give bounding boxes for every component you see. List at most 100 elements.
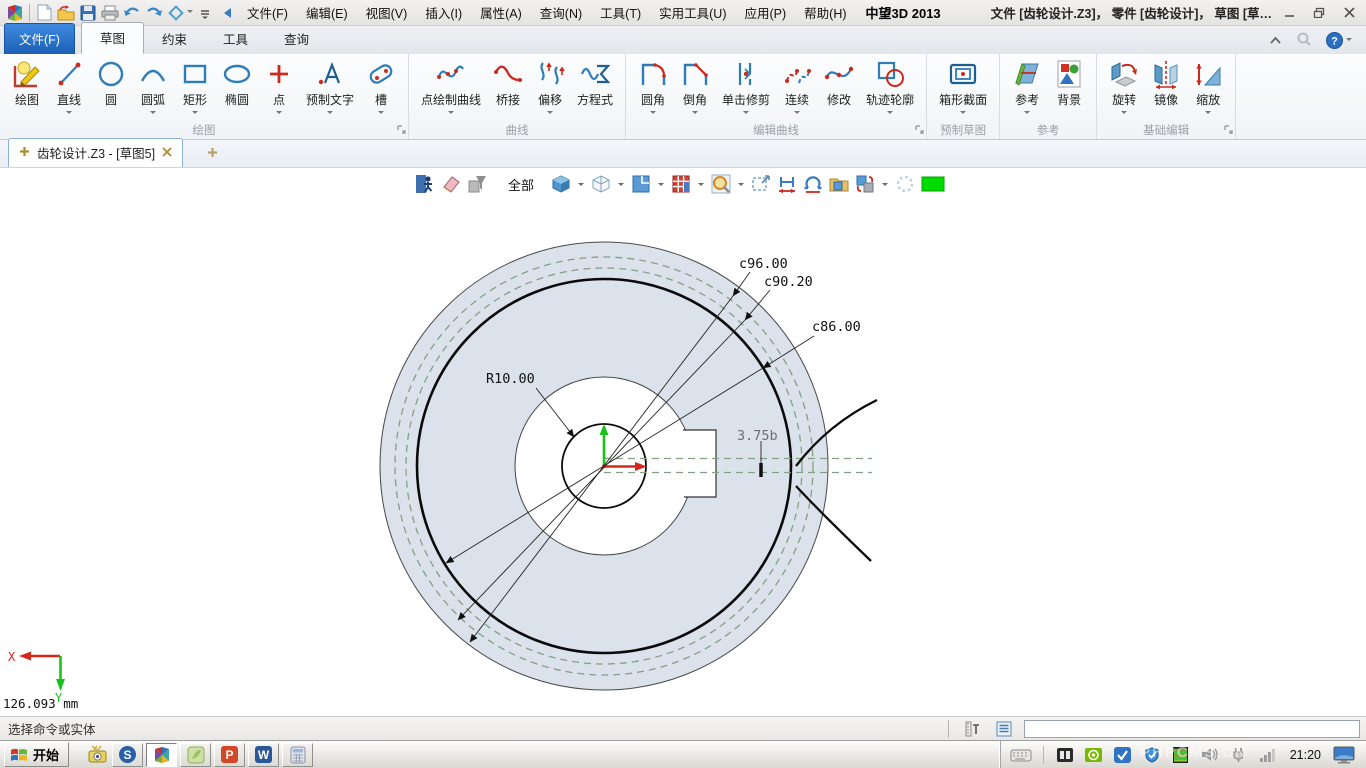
menu-help[interactable]: 帮助(H) [795,0,855,25]
ribbon-button-circle[interactable]: 圆 [90,57,132,120]
ribbon-button-offset[interactable]: 偏移 [529,57,571,119]
ribbon-button-chamfer[interactable]: 倒角 [674,57,716,119]
ribbon-button-continuous[interactable]: 连续 [776,57,818,119]
command-input[interactable] [1024,720,1360,738]
signal-bars-icon[interactable] [1257,744,1279,766]
ribbon-button-fillet[interactable]: 圆角 [632,57,674,119]
dim-root-diameter[interactable]: c86.00 [812,319,861,335]
toolbar-options-icon[interactable] [194,3,216,23]
ribbon-button-ready-text[interactable]: 预制文字 [300,57,360,119]
arc-icon [138,59,168,89]
command-list-icon[interactable] [992,719,1016,738]
screenshot-tool-icon[interactable] [85,744,109,766]
quick-launch-word[interactable]: W [248,743,279,767]
collapse-toolbar-icon[interactable] [216,3,238,23]
menu-utilities[interactable]: 实用工具(U) [650,0,735,25]
ribbon-button-mirror[interactable]: 镜像 [1145,57,1187,120]
taskbar-clock[interactable]: 21:20 [1286,748,1325,762]
sketch-canvas[interactable]: 全部 [0,168,1366,716]
dim-input-toggle-icon[interactable] [960,719,984,738]
minimize-button[interactable] [1276,4,1302,22]
menu-applications[interactable]: 应用(P) [735,0,795,25]
save-icon[interactable] [77,3,99,23]
dim-tooth-width[interactable]: 3.75b [737,428,778,444]
titlebar: 文件(F) 编辑(E) 视图(V) 插入(I) 属性(A) 查询(N) 工具(T… [0,0,1366,26]
tab-sketch[interactable]: 草图 [81,22,144,54]
ribbon-button-sketch-draw[interactable]: 绘图 [6,57,48,120]
system-tray: 21:20 [1000,741,1364,768]
collapse-ribbon-icon[interactable] [1269,34,1282,48]
quick-launch-zw3d[interactable] [146,743,177,767]
ribbon-button-modify[interactable]: 修改 [818,57,860,120]
ribbon-button-background[interactable]: 背景 [1048,57,1090,120]
menu-edit[interactable]: 编辑(E) [297,0,357,25]
menu-view[interactable]: 视图(V) [357,0,417,25]
quick-launch-calculator[interactable] [282,743,313,767]
ribbon-button-one-click-trim[interactable]: 单击修剪 [716,57,776,119]
keyboard-icon[interactable] [1009,744,1033,766]
dim-outer-diameter[interactable]: c96.00 [739,256,788,272]
help-icon[interactable]: ? [1326,32,1352,49]
ribbon-button-scale[interactable]: 缩放 [1187,57,1229,119]
new-document-tab-button[interactable] [197,144,228,167]
dialog-launcher-icon[interactable] [1224,123,1233,137]
open-file-icon[interactable] [55,3,77,23]
axis-x-label: X [8,650,16,664]
dropdown-caret-icon [66,111,72,117]
restore-button[interactable] [1306,4,1332,22]
quick-launch-powerpoint[interactable]: P [214,743,245,767]
menu-attributes[interactable]: 属性(A) [471,0,531,25]
tab-file[interactable]: 文件(F) [4,23,75,54]
media-player-icon[interactable] [1054,744,1076,766]
new-file-icon[interactable] [33,3,55,23]
statusbar: 选择命令或实体 [0,716,1366,740]
tab-constraint[interactable]: 约束 [144,24,205,54]
power-plug-icon[interactable] [1228,744,1250,766]
undo-icon[interactable] [121,3,143,23]
color-grid-icon[interactable] [1170,744,1192,766]
ribbon-button-box-section[interactable]: 箱形截面 [933,57,993,119]
volume-icon[interactable] [1199,744,1221,766]
menu-insert[interactable]: 插入(I) [416,0,471,25]
tab-tools[interactable]: 工具 [205,24,266,54]
menu-inquire[interactable]: 查询(N) [531,0,591,25]
background-icon [1054,59,1084,89]
ribbon-button-reference[interactable]: 参考 [1006,57,1048,119]
refresh-icon[interactable] [165,3,187,23]
nvidia-icon[interactable] [1083,744,1105,766]
ribbon-button-slot[interactable]: 槽 [360,57,402,119]
ribbon-button-rotate[interactable]: 旋转 [1103,57,1145,119]
verify-shield-icon[interactable] [1112,744,1134,766]
search-icon[interactable] [1296,31,1312,50]
close-tab-icon[interactable] [162,146,172,160]
start-button[interactable]: 开始 [4,742,69,767]
security-shield-icon[interactable] [1141,744,1163,766]
dim-pitch-diameter[interactable]: c90.20 [764,274,813,290]
ribbon-button-rectangle[interactable]: 矩形 [174,57,216,119]
show-desktop-icon[interactable] [1332,744,1356,766]
print-icon[interactable] [99,3,121,23]
window-document-info: 文件 [齿轮设计.Z3]， 零件 [齿轮设计]， 草图 [草… [991,3,1272,22]
tab-inquire[interactable]: 查询 [266,24,327,54]
refresh-dropdown-caret-icon[interactable] [187,10,193,16]
close-button[interactable] [1336,4,1362,22]
document-tab-active[interactable]: 齿轮设计.Z3 - [草图5] [8,138,183,167]
dialog-launcher-icon[interactable] [397,123,406,137]
dim-bore-radius[interactable]: R10.00 [486,371,535,387]
quick-launch-notes[interactable] [180,743,211,767]
redo-icon[interactable] [143,3,165,23]
ribbon-button-bridge[interactable]: 桥接 [487,57,529,120]
ready-text-icon [315,59,345,89]
menu-tools[interactable]: 工具(T) [591,0,650,25]
ribbon-button-arc[interactable]: 圆弧 [132,57,174,119]
ribbon-button-spline[interactable]: 点绘制曲线 [415,57,487,119]
quick-launch-browser[interactable]: S [112,743,143,767]
ribbon-button-equation[interactable]: 方程式 [571,57,619,120]
sketch-viewport[interactable]: c96.00 c90.20 c86.00 R10.00 3.75b X Y 12… [0,168,1366,716]
dialog-launcher-icon[interactable] [915,123,924,137]
ribbon-button-ellipse[interactable]: 椭圆 [216,57,258,120]
ribbon-button-line[interactable]: 直线 [48,57,90,119]
ribbon-button-trace-profile[interactable]: 轨迹轮廓 [860,57,920,119]
ribbon-button-point[interactable]: 点 [258,57,300,119]
menu-file[interactable]: 文件(F) [238,0,297,25]
